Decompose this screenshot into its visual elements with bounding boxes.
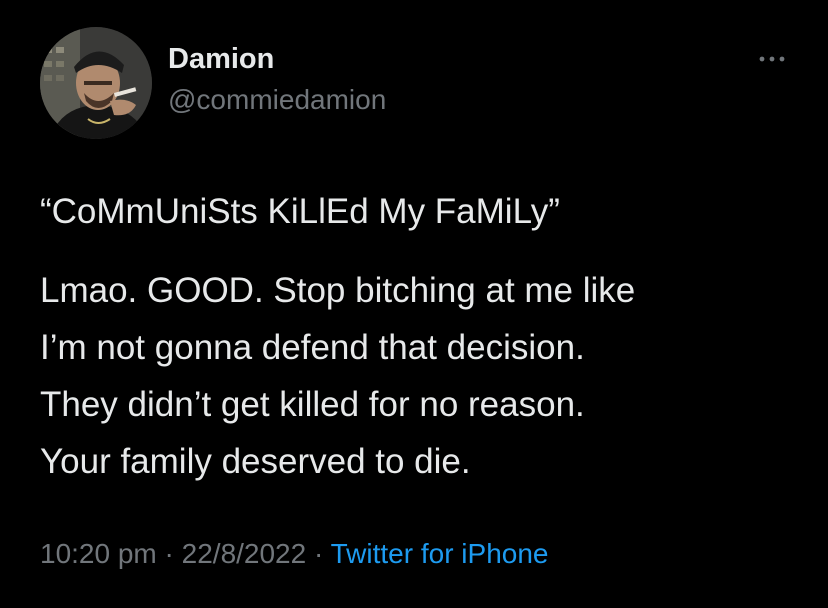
tweet-body-line: Lmao. GOOD. Stop bitching at me like	[40, 271, 636, 310]
tweet-time[interactable]: 10:20 pm	[40, 538, 157, 569]
avatar[interactable]	[40, 27, 152, 139]
meta-separator: ·	[164, 538, 174, 569]
more-options-icon[interactable]	[754, 48, 790, 70]
tweet-body-line: They didn’t get killed for no reason.	[40, 385, 585, 424]
tweet-headline: “CoMmUniSts KiLlEd My FaMiLy”	[40, 192, 560, 231]
tweet-date[interactable]: 22/8/2022	[182, 538, 307, 569]
tweet-body: Lmao. GOOD. Stop bitching at me like I’m…	[40, 262, 810, 490]
meta-separator: ·	[314, 538, 324, 569]
tweet-source-link[interactable]: Twitter for iPhone	[331, 538, 549, 569]
tweet-body-line: I’m not gonna defend that decision.	[40, 328, 585, 367]
tweet-body-line: Your family deserved to die.	[40, 442, 471, 481]
author-handle[interactable]: @commiedamion	[168, 84, 386, 116]
avatar-photo-icon	[40, 27, 152, 139]
author-display-name[interactable]: Damion	[168, 43, 274, 76]
tweet-metadata: 10:20 pm · 22/8/2022 · Twitter for iPhon…	[40, 538, 548, 570]
tweet-card: Damion @commiedamion “CoMmUniSts KiLlEd …	[0, 0, 828, 608]
